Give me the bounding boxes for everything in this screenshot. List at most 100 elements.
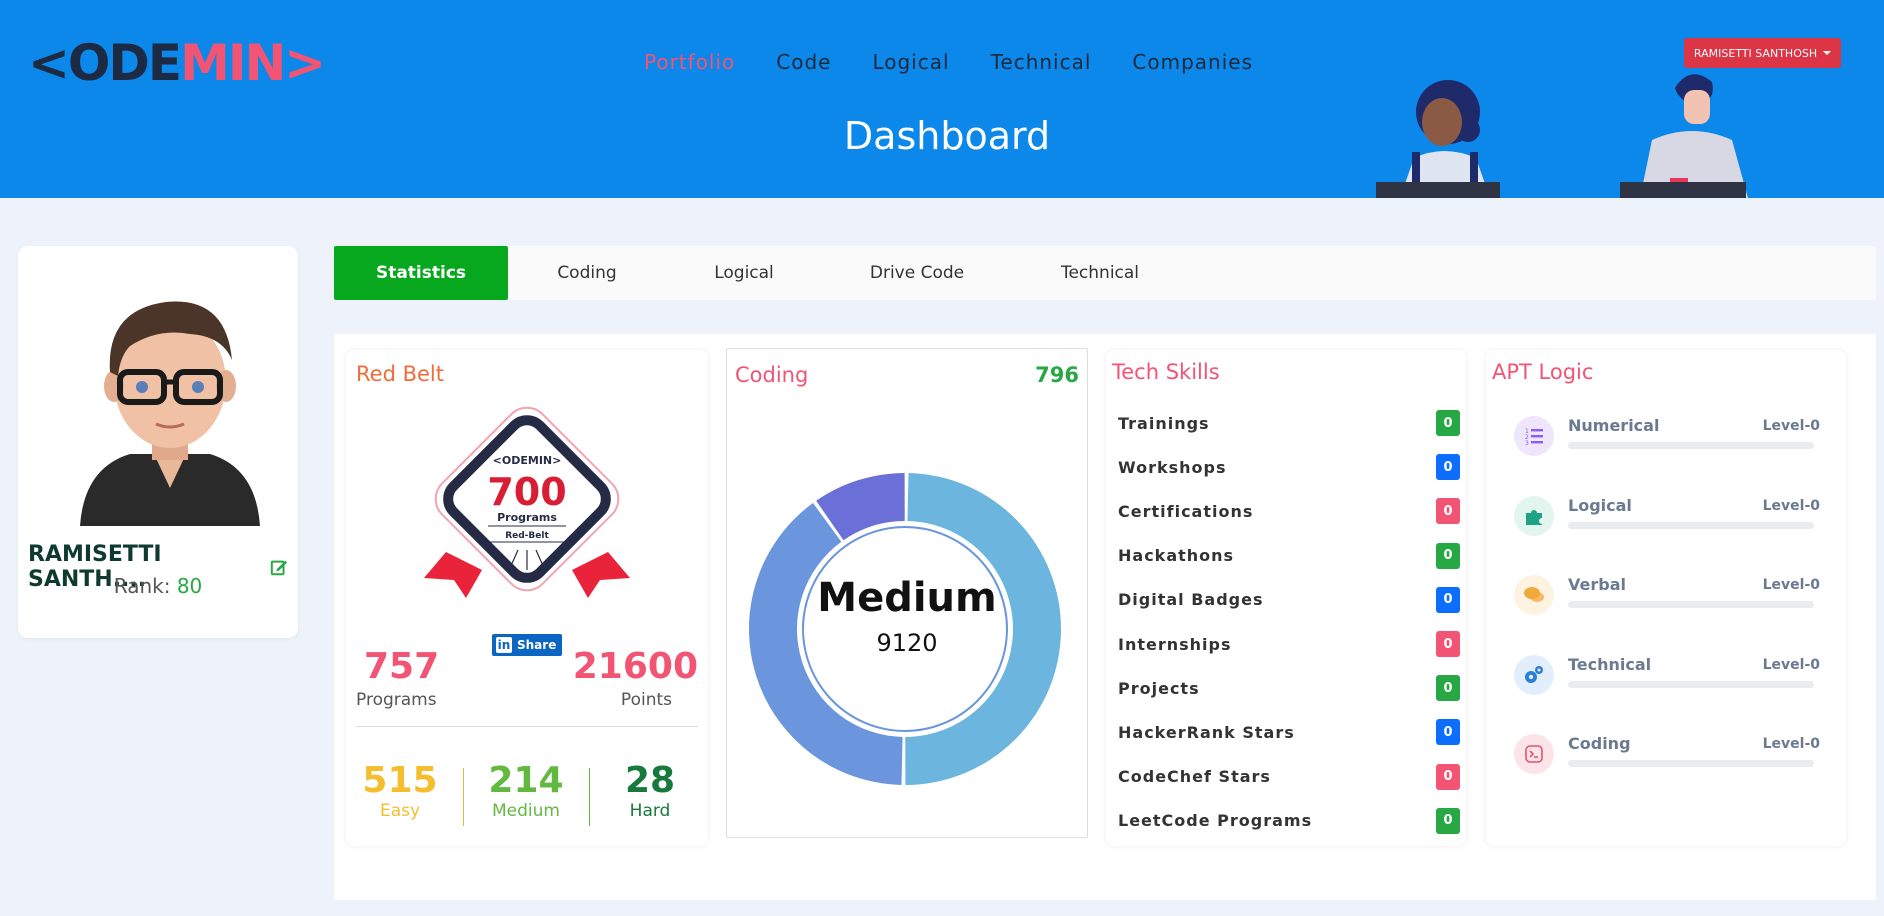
apt-level-label: Level-0 bbox=[1762, 418, 1820, 434]
tech-skill-name: Digital Badges bbox=[1118, 590, 1264, 610]
red-belt-badge: <ODEMIN> 700 Programs Red-Belt bbox=[424, 406, 630, 598]
red-belt-title: Red Belt bbox=[356, 362, 444, 386]
apt-row-technical[interactable]: Technical Level-0 bbox=[1514, 653, 1820, 699]
apt-category-name: Technical bbox=[1568, 654, 1652, 674]
nav-companies[interactable]: Companies bbox=[1132, 50, 1253, 74]
donut-center-label: Medium bbox=[817, 575, 997, 621]
tech-skill-count-badge: 0 bbox=[1436, 410, 1460, 436]
hard-label: Hard bbox=[629, 801, 671, 821]
apt-row-numerical[interactable]: 1 2 3 Numerical Level-0 bbox=[1514, 414, 1820, 460]
points-label: Points bbox=[620, 690, 672, 710]
apt-progress-bar bbox=[1568, 442, 1814, 449]
header: < ODE MIN > Portfolio Code Logical Technica… bbox=[0, 0, 1884, 198]
tech-skill-count-badge: 0 bbox=[1436, 498, 1460, 525]
tech-skill-row[interactable]: LeetCode Programs 0 bbox=[1118, 806, 1460, 836]
tech-skill-row[interactable]: HackerRank Stars 0 bbox=[1118, 717, 1460, 747]
hard-value: 28 bbox=[624, 760, 676, 801]
logo-dark-part: ODE bbox=[67, 34, 182, 92]
tab-technical[interactable]: Technical bbox=[1012, 246, 1188, 300]
svg-text:3: 3 bbox=[1525, 440, 1529, 447]
tech-skill-row[interactable]: Workshops 0 bbox=[1118, 452, 1460, 482]
coding-count: 796 bbox=[1035, 363, 1079, 387]
apt-category-name: Verbal bbox=[1568, 575, 1626, 594]
tech-skills-card: Tech Skills Trainings 0 Workshops 0 Certific… bbox=[1106, 350, 1466, 846]
tech-skill-row[interactable]: Projects 0 bbox=[1118, 673, 1460, 703]
apt-row-verbal[interactable]: Verbal Level-0 bbox=[1514, 573, 1820, 619]
apt-category-name: Coding bbox=[1568, 734, 1631, 753]
user-menu-label: RAMISETTI SANTHOSH bbox=[1693, 46, 1818, 60]
badge-belt-text: Red-Belt bbox=[505, 531, 549, 541]
logo-pink-part: MIN bbox=[180, 34, 286, 92]
tab-drive-code[interactable]: Drive Code bbox=[822, 246, 1012, 300]
easy-stat: 515 Easy bbox=[350, 760, 450, 821]
apt-row-logical[interactable]: Logical Level-0 bbox=[1514, 494, 1820, 540]
points-value: 21600 bbox=[572, 646, 698, 687]
medium-stat: 214 Medium bbox=[476, 760, 576, 821]
programs-label: Programs bbox=[356, 690, 437, 710]
tech-skill-name: Certifications bbox=[1118, 501, 1254, 521]
tech-skill-name: Workshops bbox=[1118, 457, 1227, 477]
apt-level-label: Level-0 bbox=[1762, 497, 1820, 514]
red-belt-card: Red Belt <ODEMIN> 700 Programs Red-Belt … bbox=[346, 350, 708, 846]
nav-technical[interactable]: Technical bbox=[991, 50, 1092, 74]
nav-portfolio[interactable]: Portfolio bbox=[644, 50, 735, 74]
apt-level-label: Level-0 bbox=[1762, 577, 1820, 593]
tech-skill-name: Hackathons bbox=[1118, 546, 1235, 566]
main-nav: Portfolio Code Logical Technical Compani… bbox=[644, 50, 1294, 74]
linkedin-share-button[interactable]: in Share bbox=[492, 634, 562, 656]
tech-skill-count-badge: 0 bbox=[1436, 631, 1460, 657]
tech-skill-name: LeetCode Programs bbox=[1118, 811, 1313, 831]
tech-skill-row[interactable]: Hackathons 0 bbox=[1118, 541, 1460, 571]
logo-prefix: < bbox=[28, 34, 70, 92]
apt-row-coding[interactable]: Coding Level-0 bbox=[1514, 732, 1820, 778]
tech-skill-count-badge: 0 bbox=[1436, 542, 1460, 569]
terminal-icon bbox=[1514, 734, 1554, 774]
apt-logic-card: APT Logic 1 2 3 Numerical Level-0 Logical Leve… bbox=[1486, 350, 1846, 846]
tech-skill-count-badge: 0 bbox=[1436, 454, 1460, 481]
apt-progress-bar bbox=[1568, 760, 1814, 767]
coding-title: Coding bbox=[735, 363, 809, 387]
easy-value: 515 bbox=[362, 760, 438, 801]
tech-skill-count-badge: 0 bbox=[1436, 586, 1460, 613]
list-icon: 123 bbox=[1514, 416, 1554, 456]
caret-down-icon bbox=[1823, 51, 1832, 55]
apt-level-label: Level-0 bbox=[1762, 656, 1820, 673]
profile-rank: Rank: 80 bbox=[18, 574, 298, 598]
coding-card: Coding 796 Medium 9120 bbox=[726, 348, 1088, 838]
tab-logical[interactable]: Logical bbox=[666, 246, 822, 300]
programs-value: 757 bbox=[364, 646, 440, 687]
badge-logo-text: <ODEMIN> bbox=[493, 454, 562, 467]
nav-logical[interactable]: Logical bbox=[872, 50, 949, 74]
tech-skill-name: CodeChef Stars bbox=[1118, 767, 1271, 787]
badge-count-text: 700 bbox=[487, 470, 566, 514]
tech-skill-name: Projects bbox=[1118, 678, 1200, 698]
medium-label: Medium bbox=[492, 801, 560, 821]
header-illustration bbox=[1376, 74, 1748, 198]
medium-value: 214 bbox=[488, 760, 564, 801]
tech-skill-name: Internships bbox=[1118, 634, 1232, 654]
tech-skill-row[interactable]: Certifications 0 bbox=[1118, 496, 1460, 526]
tech-skill-count-badge: 0 bbox=[1436, 675, 1460, 702]
tab-coding[interactable]: Coding bbox=[508, 246, 666, 300]
codemin-logo[interactable]: < ODE MIN > bbox=[28, 34, 326, 92]
badge-unit-text: Programs bbox=[497, 511, 557, 524]
tech-skills-title: Tech Skills bbox=[1112, 360, 1220, 384]
tech-skill-row[interactable]: Trainings 0 bbox=[1118, 408, 1460, 438]
chat-icon bbox=[1514, 575, 1554, 615]
hard-stat: 28 Hard bbox=[600, 760, 700, 821]
tech-skill-row[interactable]: Digital Badges 0 bbox=[1118, 585, 1460, 615]
user-avatar bbox=[80, 301, 260, 526]
apt-category-name: Logical bbox=[1568, 495, 1632, 515]
stats-divider bbox=[356, 726, 698, 727]
apt-progress-bar bbox=[1568, 601, 1814, 608]
rank-value: 80 bbox=[176, 574, 203, 598]
tab-statistics[interactable]: Statistics bbox=[334, 246, 508, 300]
tech-skill-count-badge: 0 bbox=[1436, 807, 1460, 834]
tech-skill-count-badge: 0 bbox=[1436, 719, 1460, 746]
nav-code[interactable]: Code bbox=[776, 50, 831, 74]
stat-separator bbox=[589, 768, 590, 826]
tech-skill-row[interactable]: Internships 0 bbox=[1118, 629, 1460, 659]
profile-card: RAMISETTI SANTH.... Rank: 80 bbox=[18, 246, 298, 638]
tech-skill-row[interactable]: CodeChef Stars 0 bbox=[1118, 762, 1460, 792]
rank-label: Rank: bbox=[113, 574, 171, 598]
